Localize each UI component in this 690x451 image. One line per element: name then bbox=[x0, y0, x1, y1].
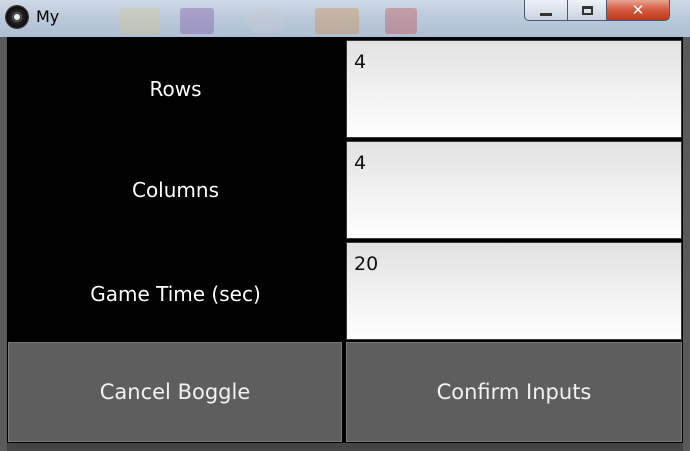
minimize-icon bbox=[540, 12, 552, 16]
background-blur bbox=[120, 8, 160, 34]
close-icon: ✕ bbox=[631, 0, 645, 19]
cancel-boggle-button[interactable]: Cancel Boggle bbox=[8, 342, 342, 442]
columns-input[interactable]: 4 bbox=[346, 141, 682, 239]
bottom-edge bbox=[7, 443, 683, 451]
confirm-inputs-label: Confirm Inputs bbox=[436, 380, 592, 404]
maximize-icon bbox=[581, 5, 593, 15]
minimize-button[interactable] bbox=[524, 0, 568, 21]
rows-input[interactable]: 4 bbox=[346, 40, 682, 138]
maximize-button[interactable] bbox=[567, 0, 607, 21]
background-blur bbox=[385, 8, 417, 34]
rows-label: Rows bbox=[149, 77, 202, 101]
confirm-inputs-button[interactable]: Confirm Inputs bbox=[346, 342, 682, 442]
game-time-label: Game Time (sec) bbox=[90, 282, 261, 306]
columns-label: Columns bbox=[131, 178, 219, 202]
background-blur bbox=[180, 8, 214, 34]
game-time-input[interactable]: 20 bbox=[346, 242, 682, 340]
app-icon bbox=[6, 6, 28, 28]
close-button[interactable]: ✕ bbox=[606, 0, 670, 21]
window-title: My bbox=[36, 7, 60, 26]
background-blur bbox=[245, 8, 285, 34]
settings-form: Rows Columns Game Time (sec) 4 4 20 Canc… bbox=[7, 37, 683, 451]
label-panel: Rows Columns Game Time (sec) bbox=[7, 37, 344, 340]
cancel-boggle-label: Cancel Boggle bbox=[99, 380, 251, 404]
background-blur bbox=[315, 8, 359, 34]
title-bar[interactable]: My ✕ bbox=[0, 0, 690, 37]
